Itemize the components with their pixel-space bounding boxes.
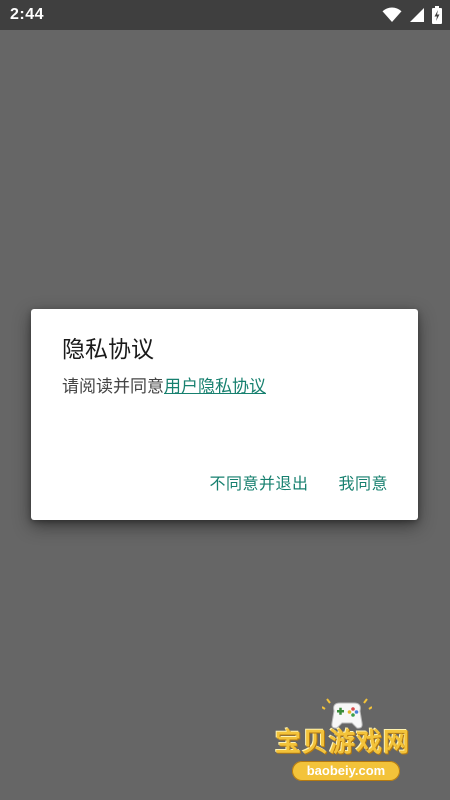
app-screen: 2:44 隐私协议 请阅读并同意用户隐私协议 不同意并退出 我同意 宝贝游戏网 … — [0, 0, 450, 800]
dialog-actions: 不同意并退出 我同意 — [209, 473, 388, 495]
privacy-dialog: 隐私协议 请阅读并同意用户隐私协议 不同意并退出 我同意 — [31, 309, 418, 520]
privacy-policy-link[interactable]: 用户隐私协议 — [164, 377, 266, 397]
status-time: 2:44 — [10, 6, 45, 23]
dialog-message-text: 请阅读并同意 — [62, 377, 164, 397]
watermark-url-badge: baobeiy.com — [292, 761, 400, 781]
dialog-message: 请阅读并同意用户隐私协议 — [62, 375, 266, 399]
watermark-brand: 宝贝游戏网 — [275, 728, 411, 758]
cellular-signal-icon — [409, 7, 425, 23]
status-bar: 2:44 — [0, 0, 450, 30]
battery-charging-icon — [432, 6, 442, 24]
agree-button[interactable]: 我同意 — [338, 473, 388, 495]
watermark: 宝贝游戏网 baobeiy.com — [272, 697, 420, 789]
dialog-title: 隐私协议 — [62, 337, 154, 363]
watermark-url: baobeiy.com — [306, 763, 386, 778]
status-icons — [382, 6, 442, 24]
wifi-icon — [382, 7, 402, 23]
disagree-exit-button[interactable]: 不同意并退出 — [209, 473, 308, 495]
